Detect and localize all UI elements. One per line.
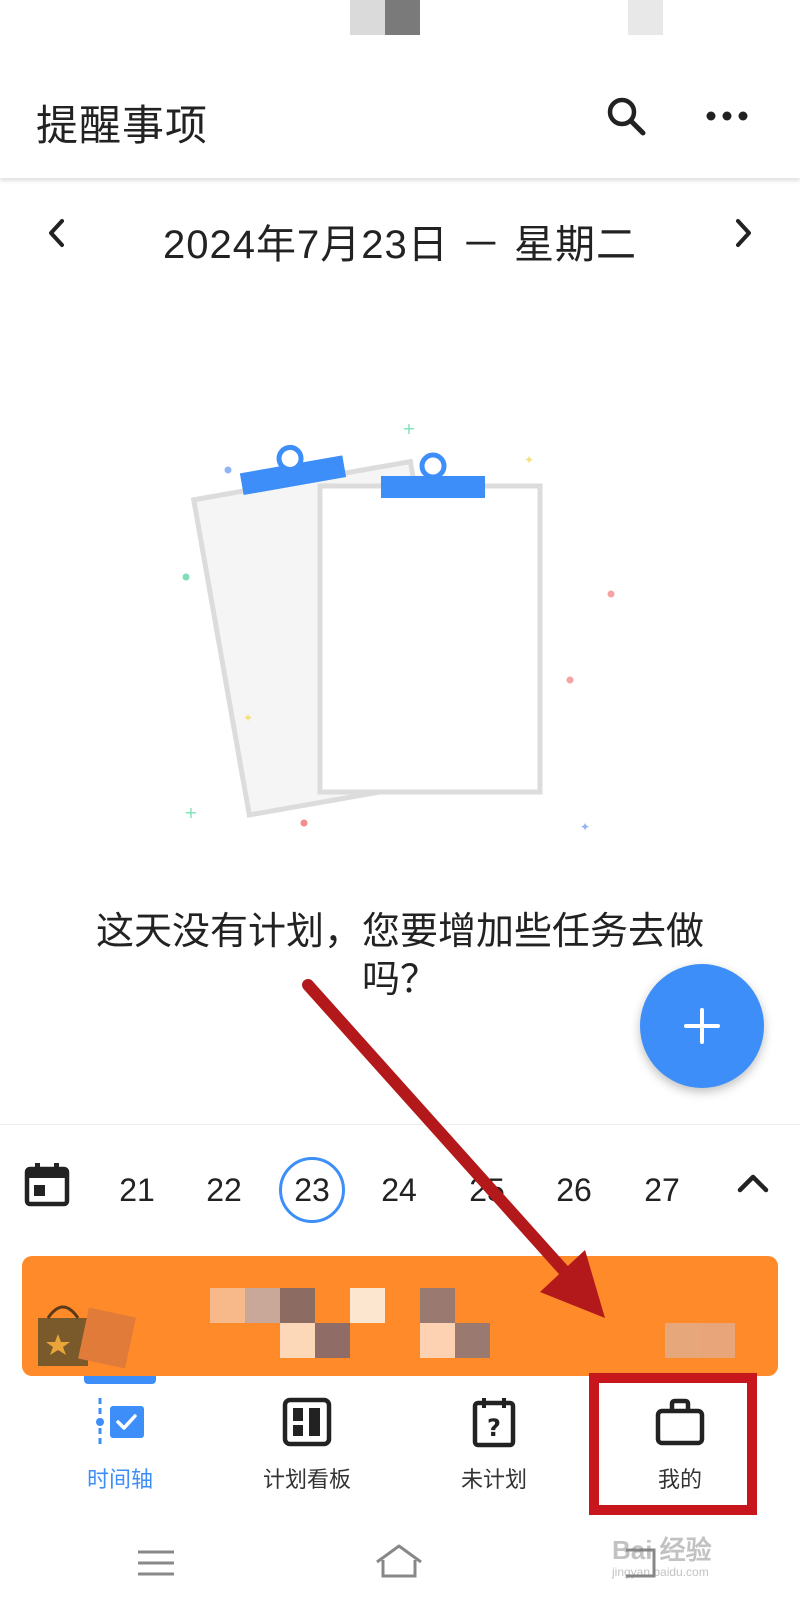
week-strip: 21 22 23 24 25 26 27 (0, 1124, 800, 1254)
banner-pixel (665, 1323, 700, 1358)
day-24[interactable]: 24 (366, 1157, 432, 1223)
day-26[interactable]: 26 (541, 1157, 607, 1223)
timeline-icon (96, 1398, 144, 1446)
status-pixel (385, 0, 420, 35)
svg-text:?: ? (487, 1414, 501, 1442)
unplanned-icon: ? (472, 1398, 516, 1448)
banner-pixel (420, 1323, 455, 1358)
day-27[interactable]: 27 (629, 1157, 695, 1223)
tab-label: 计划看板 (262, 1467, 351, 1492)
search-button[interactable] (596, 86, 656, 146)
banner-pixel (455, 1323, 490, 1358)
day-22[interactable]: 22 (191, 1157, 257, 1223)
tab-label: 未计划 (460, 1467, 527, 1492)
watermark: Bai 经验 jingyan.baidu.com (612, 1530, 792, 1590)
day-21[interactable]: 21 (104, 1157, 170, 1223)
status-pixel (628, 0, 663, 35)
board-icon (282, 1397, 332, 1447)
svg-text:✦: ✦ (243, 711, 253, 725)
plus-icon (684, 1008, 720, 1044)
menu-icon[interactable] (126, 1538, 186, 1588)
svg-text:✦: ✦ (580, 820, 590, 834)
current-date-label[interactable]: 2024年7月23日 － 星期二 (0, 212, 800, 270)
tab-timeline[interactable]: 时间轴 (20, 1394, 220, 1504)
empty-clipboard-illustration: + + ✦ ✦ ✦ (182, 420, 615, 834)
calendar-icon[interactable] (24, 1161, 70, 1207)
more-button[interactable] (697, 86, 757, 146)
app-header: 提醒事项 (0, 40, 800, 178)
watermark-url: jingyan.baidu.com (612, 1565, 709, 1579)
tab-label: 时间轴 (86, 1467, 153, 1492)
banner-pixel (420, 1288, 455, 1323)
gift-bags-icon (38, 1305, 136, 1369)
date-navigator: 2024年7月23日 － 星期二 (0, 200, 800, 270)
promo-banner[interactable] (22, 1256, 778, 1376)
svg-text:+: + (184, 803, 197, 822)
home-icon[interactable] (369, 1538, 429, 1588)
banner-pixel (315, 1323, 350, 1358)
svg-text:+: + (402, 420, 415, 438)
chevron-right-icon (736, 219, 751, 247)
search-icon (607, 97, 646, 136)
add-task-button[interactable] (640, 964, 764, 1088)
day-23-selected[interactable]: 23 (279, 1157, 345, 1223)
banner-pixel (210, 1288, 245, 1323)
banner-pixel (700, 1323, 735, 1358)
next-day-button[interactable] (718, 208, 768, 258)
empty-state-message: 这天没有计划，您要增加些任务去做吗？ (95, 911, 704, 1001)
tab-unplanned[interactable]: ? 未计划 (394, 1394, 594, 1504)
more-icon (706, 111, 748, 121)
chevron-up-icon[interactable] (735, 1165, 771, 1201)
banner-pixel (245, 1288, 280, 1323)
status-pixel (350, 0, 385, 35)
tab-plan-board[interactable]: 计划看板 (207, 1394, 407, 1504)
active-tab-indicator (84, 1376, 156, 1384)
banner-pixel (350, 1288, 385, 1323)
highlight-box (589, 1373, 757, 1515)
banner-pixel (280, 1288, 315, 1323)
page-title: 提醒事项 (36, 102, 209, 149)
banner-pixel (280, 1323, 315, 1358)
app-screen: 提醒事项 2024年7月23日 － 星期二 + + ✦ ✦ ✦ 这天没有计划，您… (0, 0, 800, 1600)
status-bar (0, 0, 800, 40)
svg-text:✦: ✦ (524, 453, 534, 467)
day-25[interactable]: 25 (454, 1157, 520, 1223)
watermark-text: Bai 经验 (612, 1535, 712, 1565)
